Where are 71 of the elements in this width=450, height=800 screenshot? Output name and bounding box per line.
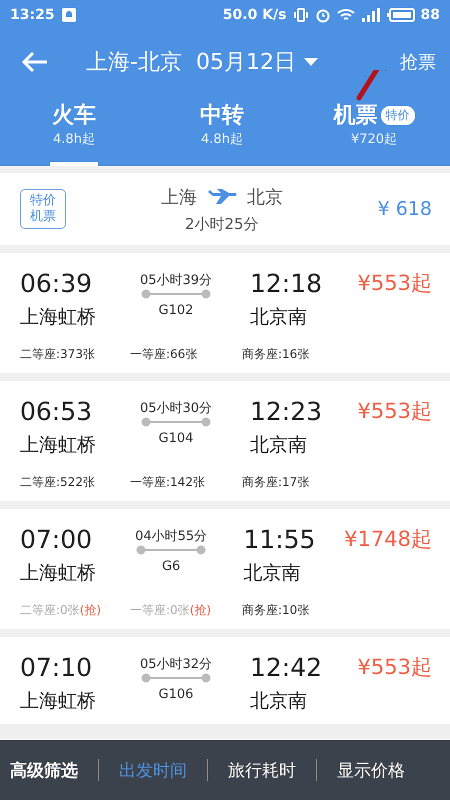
travel-duration: 05小时39分 (140, 272, 212, 289)
vibrate-icon (292, 7, 309, 23)
route-title: 上海-北京 (86, 49, 182, 77)
train-card[interactable]: 06:39 上海虹桥 05小时39分 G102 12:18 北京南 ¥553起 二等座:373张 一等座:66张 商务座:16张 (0, 253, 450, 373)
flight-card[interactable]: 特价机票 上海 北京 2小时25分 ¥ 618 (0, 173, 450, 245)
train-number: G6 (162, 559, 180, 574)
travel-duration: 04小时55分 (135, 528, 208, 545)
departure-time: 07:00 (20, 525, 94, 554)
battery-level: 88 (420, 7, 440, 23)
origin-city: 上海 (160, 186, 197, 208)
back-arrow-icon[interactable] (22, 51, 48, 73)
train-card[interactable]: 07:00 上海虹桥 04小时55分 G6 11:55 北京南 ¥1748起 二等座:0张(抢) 一等座:0张(抢) 商务座:10张 (0, 509, 450, 629)
seat-availability: 二等座:0张(抢) (20, 602, 102, 619)
train-number: G106 (158, 687, 194, 702)
arrival-station: 北京南 (250, 689, 308, 714)
status-time: 13:25 (10, 7, 55, 23)
train-card[interactable]: 07:10 上海虹桥 05小时32分 G106 12:42 北京南 ¥553起 (0, 637, 450, 724)
arrival-time: 12:42 (250, 653, 324, 682)
special-flight-badge: 特价机票 (20, 189, 66, 229)
seat-availability: 一等座:142张 (130, 474, 206, 491)
sort-option[interactable]: 旅行耗时 (228, 758, 296, 782)
flight-price: ¥ 618 (378, 198, 432, 220)
arrival-time: 11:55 (243, 525, 316, 554)
seat-availability: 商务座:10张 (242, 602, 310, 619)
departure-time: 06:53 (20, 397, 94, 426)
tab-subtitle: 4.8h起 (53, 131, 95, 148)
seat-availability: 二等座:373张 (20, 346, 96, 363)
train-number: G104 (158, 431, 194, 446)
departure-station: 上海虹桥 (20, 561, 97, 586)
dropdown-caret-icon[interactable] (304, 58, 318, 66)
travel-duration: 05小时32分 (140, 656, 212, 673)
alarm-icon (314, 7, 331, 23)
train-card[interactable]: 06:53 上海虹桥 05小时30分 G104 12:23 北京南 ¥553起 二等座:522张 一等座:142张 商务座:17张 (0, 381, 450, 501)
seat-availability: 一等座:0张(抢) (130, 602, 212, 619)
arrival-station: 北京南 (250, 305, 308, 330)
ticket-price: ¥1748起 (344, 527, 432, 551)
airplane-icon (206, 188, 237, 204)
route-line-icon (136, 545, 206, 555)
route-line-icon (141, 417, 211, 427)
departure-time: 07:10 (20, 653, 94, 682)
arrival-time: 12:18 (250, 269, 324, 298)
tab-subtitle: 4.8h起 (201, 131, 243, 148)
ticket-price: ¥553起 (358, 655, 432, 679)
ticket-price: ¥553起 (358, 271, 432, 295)
arrival-station: 北京南 (243, 561, 302, 586)
notification-icon (60, 7, 77, 23)
advanced-filter-button[interactable]: 高级筛选 (10, 758, 78, 782)
sort-option[interactable]: 显示价格 (337, 758, 405, 782)
special-badge: 特价 (380, 106, 414, 124)
flight-duration: 2小时25分 (184, 214, 259, 234)
seat-availability: 二等座:522张 (20, 474, 96, 491)
train-number: G102 (158, 303, 194, 318)
departure-station: 上海虹桥 (20, 433, 97, 458)
seat-availability: 商务座:17张 (242, 474, 310, 491)
arrival-station: 北京南 (250, 433, 308, 458)
network-speed: 50.0 K/s (222, 7, 287, 23)
departure-station: 上海虹桥 (20, 689, 97, 714)
battery-icon (386, 7, 415, 23)
signal-icon (360, 7, 381, 23)
travel-duration: 05小时30分 (140, 400, 212, 417)
ticket-price: ¥553起 (358, 399, 432, 423)
seat-availability: 一等座:66张 (130, 346, 198, 363)
departure-time: 06:39 (20, 269, 94, 298)
route-line-icon (141, 673, 211, 683)
arrival-time: 12:23 (250, 397, 324, 426)
destination-city: 北京 (246, 186, 283, 208)
tab-subtitle: ¥720起 (350, 131, 398, 148)
departure-station: 上海虹桥 (20, 305, 97, 330)
seat-availability: 商务座:16张 (242, 346, 310, 363)
route-line-icon (141, 289, 211, 299)
wifi-icon (336, 7, 355, 23)
